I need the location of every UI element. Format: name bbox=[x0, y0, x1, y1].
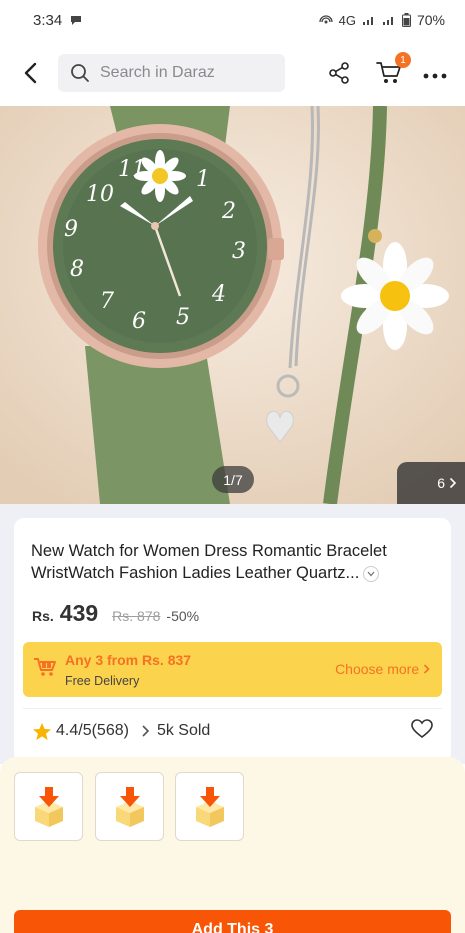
star-icon bbox=[33, 722, 51, 740]
wishlist-button[interactable] bbox=[411, 718, 433, 744]
more-images-button[interactable]: 6 bbox=[397, 462, 465, 504]
rating-row: 4.4/5 (568) 5k Sold bbox=[32, 718, 433, 744]
discount-percent: -50% bbox=[166, 608, 200, 624]
svg-text:10: 10 bbox=[86, 182, 114, 207]
product-title-line-1: New Watch for Women Dress Romantic Brace… bbox=[31, 542, 387, 560]
chevron-right-icon bbox=[449, 477, 457, 489]
add-item-box-icon bbox=[195, 786, 224, 827]
product-title[interactable]: New Watch for Women Dress Romantic Brace… bbox=[31, 540, 431, 584]
status-time: 3:34 bbox=[33, 11, 63, 29]
svg-text:1: 1 bbox=[196, 167, 210, 192]
svg-text:11: 11 bbox=[118, 157, 146, 182]
rating-score[interactable]: 4.4/5 bbox=[56, 722, 92, 740]
product-title-line-2: WristWatch Fashion Ladies Leather Quartz… bbox=[31, 562, 431, 584]
search-placeholder: Search in Daraz bbox=[100, 64, 215, 81]
more-images-count: 6 bbox=[437, 475, 445, 491]
bundle-slot-3[interactable] bbox=[175, 772, 244, 841]
product-info-card: New Watch for Women Dress Romantic Brace… bbox=[14, 518, 451, 763]
battery-percent: 70% bbox=[416, 12, 445, 28]
top-bar: Search in Daraz 1 bbox=[0, 44, 465, 102]
original-price: Rs. 878 bbox=[112, 608, 161, 624]
image-counter: 1/7 bbox=[212, 466, 254, 493]
chevron-right-icon bbox=[142, 725, 150, 737]
svg-text:8: 8 bbox=[70, 257, 84, 282]
cart-button[interactable]: 1 bbox=[373, 52, 411, 89]
search-icon bbox=[71, 64, 89, 82]
status-right: 4G 70% bbox=[318, 12, 445, 28]
add-item-box-icon bbox=[115, 786, 144, 827]
add-item-box-icon bbox=[34, 786, 63, 827]
chevron-right-icon bbox=[423, 664, 430, 674]
signal-icon bbox=[362, 17, 373, 25]
svg-text:7: 7 bbox=[100, 289, 114, 314]
status-bar: 3:34 4G 70% bbox=[0, 0, 465, 40]
top-actions: 1 bbox=[323, 52, 451, 89]
chevron-down-icon bbox=[367, 571, 375, 577]
search-input[interactable]: Search in Daraz bbox=[58, 54, 285, 92]
product-image[interactable]: 11 1 2 3 4 5 6 7 8 9 10 bbox=[0, 106, 465, 504]
back-button[interactable] bbox=[14, 53, 46, 93]
promo-subtitle: Free Delivery bbox=[65, 674, 140, 688]
bundle-cart-icon bbox=[34, 658, 56, 676]
more-options-button[interactable] bbox=[423, 62, 447, 85]
price-row: Rs. 439 Rs. 878 -50% bbox=[32, 600, 199, 627]
status-left: 3:34 bbox=[33, 12, 82, 29]
svg-text:9: 9 bbox=[64, 217, 78, 242]
add-bundle-button[interactable]: Add This 3 bbox=[14, 910, 451, 933]
share-icon bbox=[329, 62, 349, 84]
back-arrow-icon bbox=[24, 62, 37, 84]
price-currency: Rs. bbox=[32, 608, 54, 624]
bundle-slot-2[interactable] bbox=[95, 772, 164, 841]
battery-icon bbox=[401, 13, 411, 27]
bundle-promo-banner[interactable]: Any 3 from Rs. 837 Free Delivery Choose … bbox=[23, 642, 442, 697]
cart-badge: 1 bbox=[395, 52, 411, 68]
signal-icon-2 bbox=[382, 17, 393, 25]
divider bbox=[23, 708, 442, 709]
price-value: 439 bbox=[59, 600, 99, 626]
choose-more-link[interactable]: Choose more bbox=[335, 661, 430, 677]
promo-title: Any 3 from Rs. 837 bbox=[65, 652, 192, 668]
chat-notification-icon bbox=[71, 16, 82, 25]
watch-illustration: 11 1 2 3 4 5 6 7 8 9 10 bbox=[0, 106, 465, 504]
bundle-panel: Add This 3 bbox=[0, 757, 465, 933]
svg-text:6: 6 bbox=[132, 309, 146, 334]
more-dots-icon bbox=[423, 73, 447, 78]
rating-count[interactable]: (568) bbox=[92, 722, 129, 740]
svg-text:4: 4 bbox=[211, 282, 226, 307]
product-title-line-2-text: WristWatch Fashion Ladies Leather Quartz… bbox=[31, 564, 360, 582]
svg-text:2: 2 bbox=[221, 199, 236, 224]
svg-text:3: 3 bbox=[232, 239, 246, 264]
hotspot-icon bbox=[318, 15, 333, 24]
choose-more-label: Choose more bbox=[335, 661, 420, 677]
share-button[interactable] bbox=[323, 57, 355, 89]
svg-text:5: 5 bbox=[176, 305, 190, 330]
expand-title-button[interactable] bbox=[363, 565, 380, 582]
bundle-slot-1[interactable] bbox=[14, 772, 83, 841]
sold-count: 5k Sold bbox=[156, 722, 211, 739]
network-type: 4G bbox=[338, 12, 356, 28]
add-bundle-label: Add This 3 bbox=[191, 921, 274, 933]
heart-icon bbox=[411, 718, 433, 738]
